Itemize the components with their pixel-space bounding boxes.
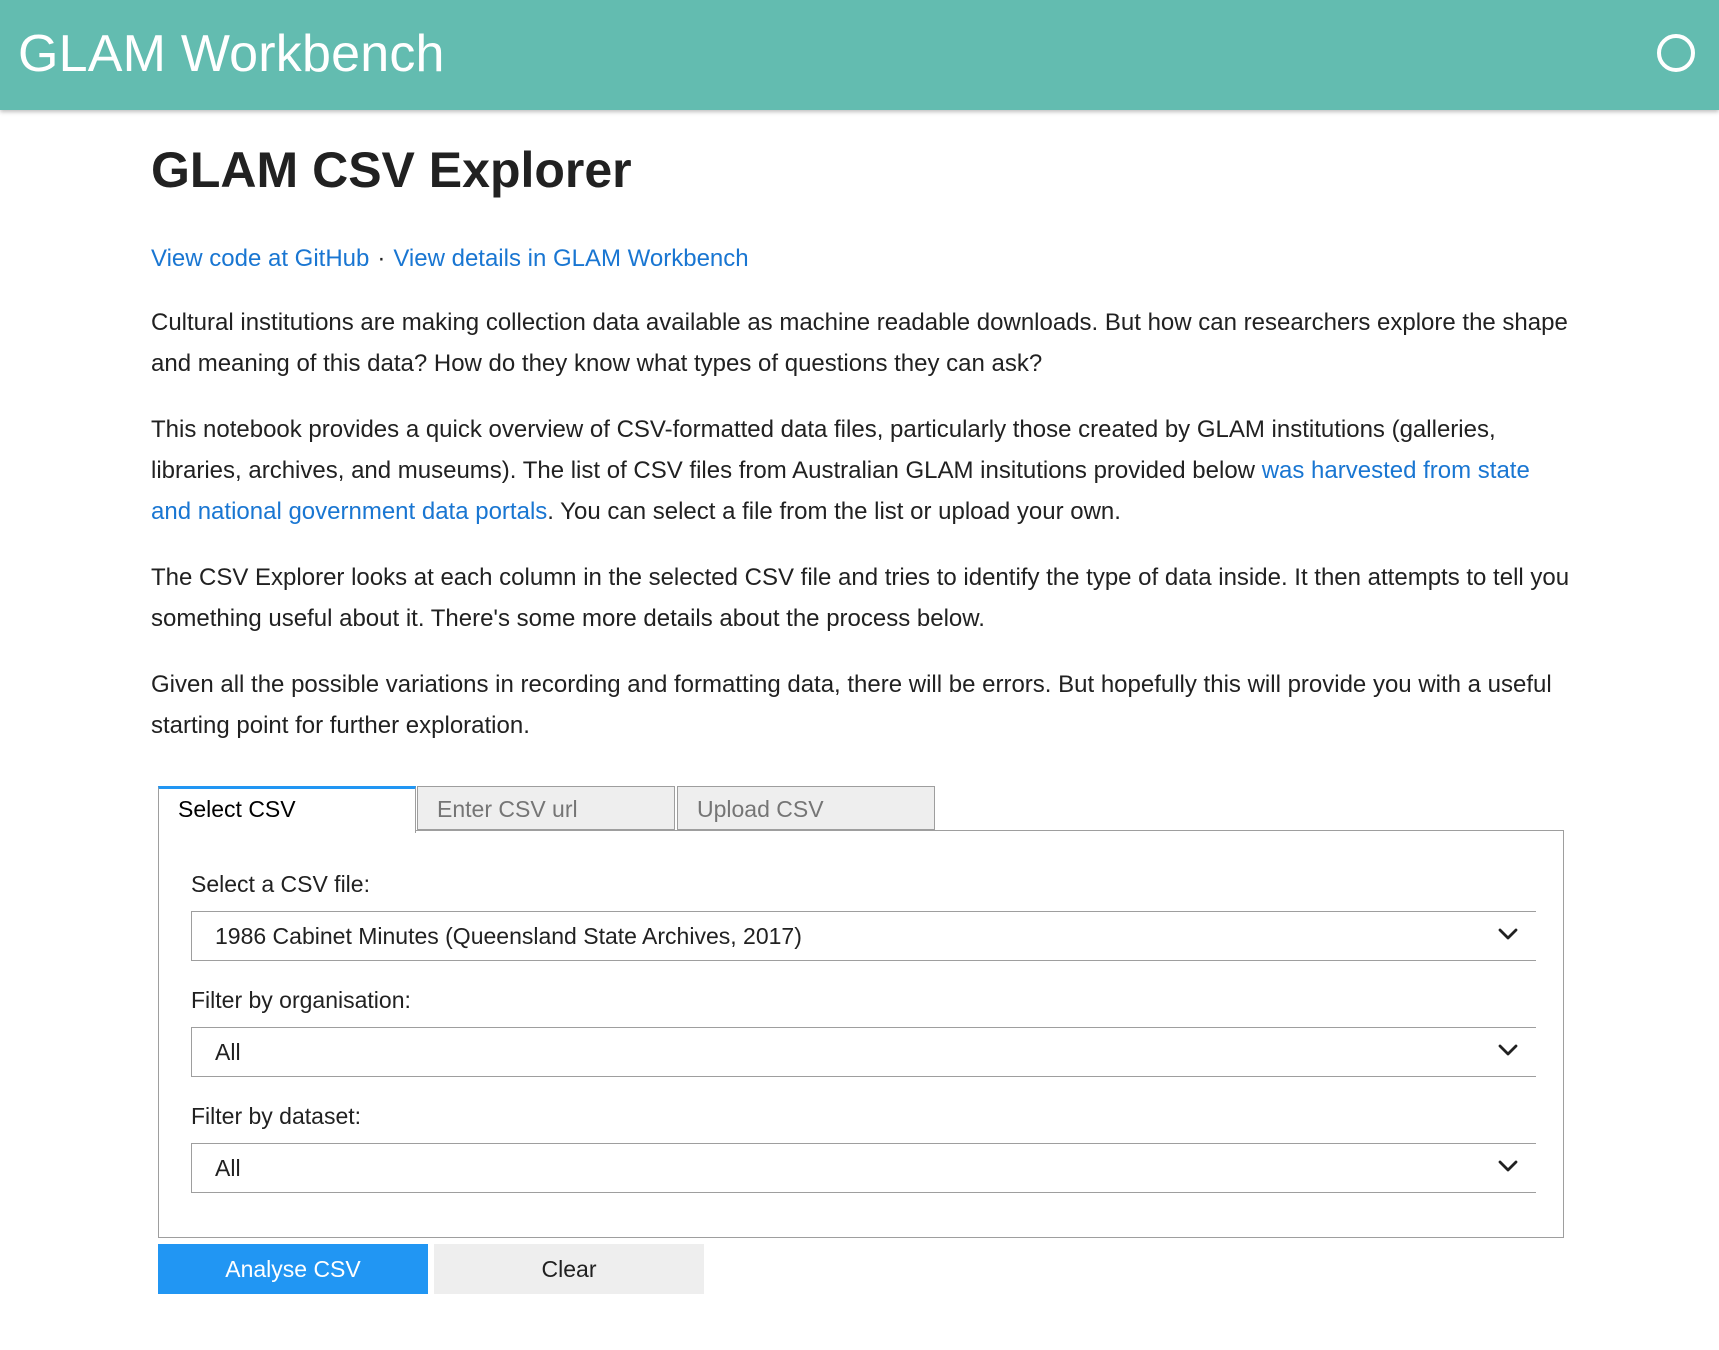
dataset-filter-value: All: [215, 1155, 241, 1181]
app-title: GLAM Workbench: [18, 25, 445, 83]
explorer-paragraph: The CSV Explorer looks at each column in…: [151, 564, 1570, 632]
chevron-down-icon: [1498, 1160, 1518, 1172]
app-header: GLAM Workbench: [0, 0, 1719, 110]
overview-paragraph: This notebook provides a quick overview …: [151, 409, 1571, 532]
intro-paragraph: Cultural institutions are making collect…: [151, 309, 1568, 377]
csv-selector-widget: Select CSV Enter CSV url Upload CSV Sele…: [158, 786, 1564, 1294]
org-filter-value: All: [215, 1039, 241, 1065]
tab-upload-csv[interactable]: Upload CSV: [677, 786, 935, 830]
csv-file-value: 1986 Cabinet Minutes (Queensland State A…: [215, 923, 802, 949]
tab-bar: Select CSV Enter CSV url Upload CSV: [158, 786, 1564, 833]
circle-outline-icon: [1657, 34, 1695, 72]
overview-text-end: . You can select a file from the list or…: [547, 498, 1121, 525]
caveat-paragraph: Given all the possible variations in rec…: [151, 671, 1552, 739]
dataset-filter-dropdown[interactable]: All: [191, 1143, 1536, 1193]
tab-enter-csv-url[interactable]: Enter CSV url: [417, 786, 675, 830]
tab-select-csv[interactable]: Select CSV: [158, 786, 416, 833]
links-row: View code at GitHub · View details in GLAM…: [151, 244, 1571, 274]
workbench-link[interactable]: View details in GLAM Workbench: [393, 245, 748, 272]
link-separator: ·: [377, 245, 386, 272]
csv-select-label: Select a CSV file:: [191, 871, 370, 897]
chevron-down-icon: [1498, 928, 1518, 940]
analyse-csv-button[interactable]: Analyse CSV: [158, 1244, 428, 1294]
organisation-filter-dropdown[interactable]: All: [191, 1027, 1536, 1077]
dataset-filter-label: Filter by dataset:: [191, 1103, 362, 1129]
page-title: GLAM CSV Explorer: [151, 142, 632, 198]
notebook-content: GLAM CSV Explorer View code at GitHub · Vi…: [151, 140, 1571, 746]
tab-panel: Select a CSV file: 1986 Cabinet Minutes …: [158, 830, 1564, 1238]
clear-button[interactable]: Clear: [434, 1244, 704, 1294]
github-link[interactable]: View code at GitHub: [151, 245, 369, 272]
org-filter-label: Filter by organisation:: [191, 987, 411, 1013]
chevron-down-icon: [1498, 1044, 1518, 1056]
csv-file-dropdown[interactable]: 1986 Cabinet Minutes (Queensland State A…: [191, 911, 1536, 961]
